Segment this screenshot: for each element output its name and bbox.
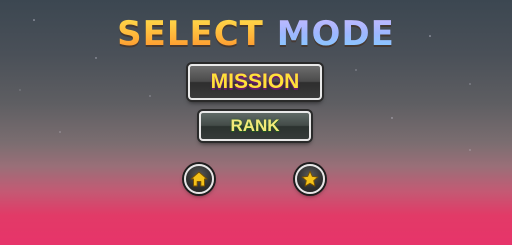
rank-button[interactable]: RANK: [199, 111, 311, 141]
home-icon: [190, 171, 208, 187]
rank-star-button[interactable]: [295, 164, 325, 194]
title-word-mode: MODE: [276, 14, 395, 54]
mission-button[interactable]: MISSION: [188, 64, 322, 100]
star-icon: [301, 170, 319, 187]
rank-button-label: RANK: [230, 116, 280, 135]
mission-button-label: MISSION: [210, 70, 300, 93]
title-word-select: SELECT: [117, 14, 264, 54]
home-button[interactable]: [184, 164, 214, 194]
page-title: SELECT MODE: [0, 14, 512, 54]
